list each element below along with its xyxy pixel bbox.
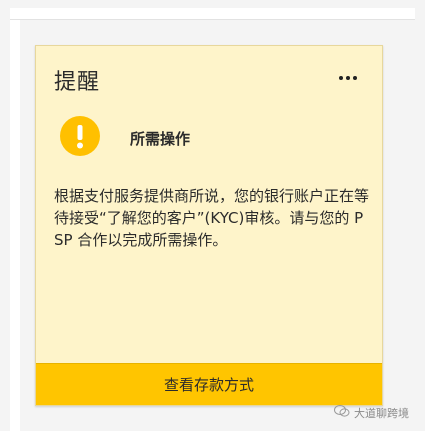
watermark-text: 大道聊跨境 bbox=[354, 406, 409, 420]
reminder-card: 提醒 所需操作 根据支付服务提供商所说，您的银行账户正在等待接受“了解您的客户”… bbox=[35, 45, 383, 406]
alert-label: 所需操作 bbox=[130, 130, 191, 148]
card-title: 提醒 bbox=[54, 70, 101, 95]
kyc-message: 根据支付服务提供商所说，您的银行账户正在等待接受“了解您的客户”(KYC)审核。… bbox=[54, 187, 370, 249]
view-deposit-methods-button[interactable]: 查看存款方式 bbox=[36, 363, 382, 405]
left-strip bbox=[10, 20, 20, 431]
exclamation-icon bbox=[60, 116, 100, 156]
more-horizontal-icon bbox=[339, 76, 357, 80]
watermark: 大道聊跨境 bbox=[334, 404, 409, 421]
more-options-button[interactable] bbox=[334, 68, 362, 88]
page: 提醒 所需操作 根据支付服务提供商所说，您的银行账户正在等待接受“了解您的客户”… bbox=[0, 0, 425, 431]
wechat-icon bbox=[334, 404, 350, 421]
top-band bbox=[10, 8, 415, 20]
